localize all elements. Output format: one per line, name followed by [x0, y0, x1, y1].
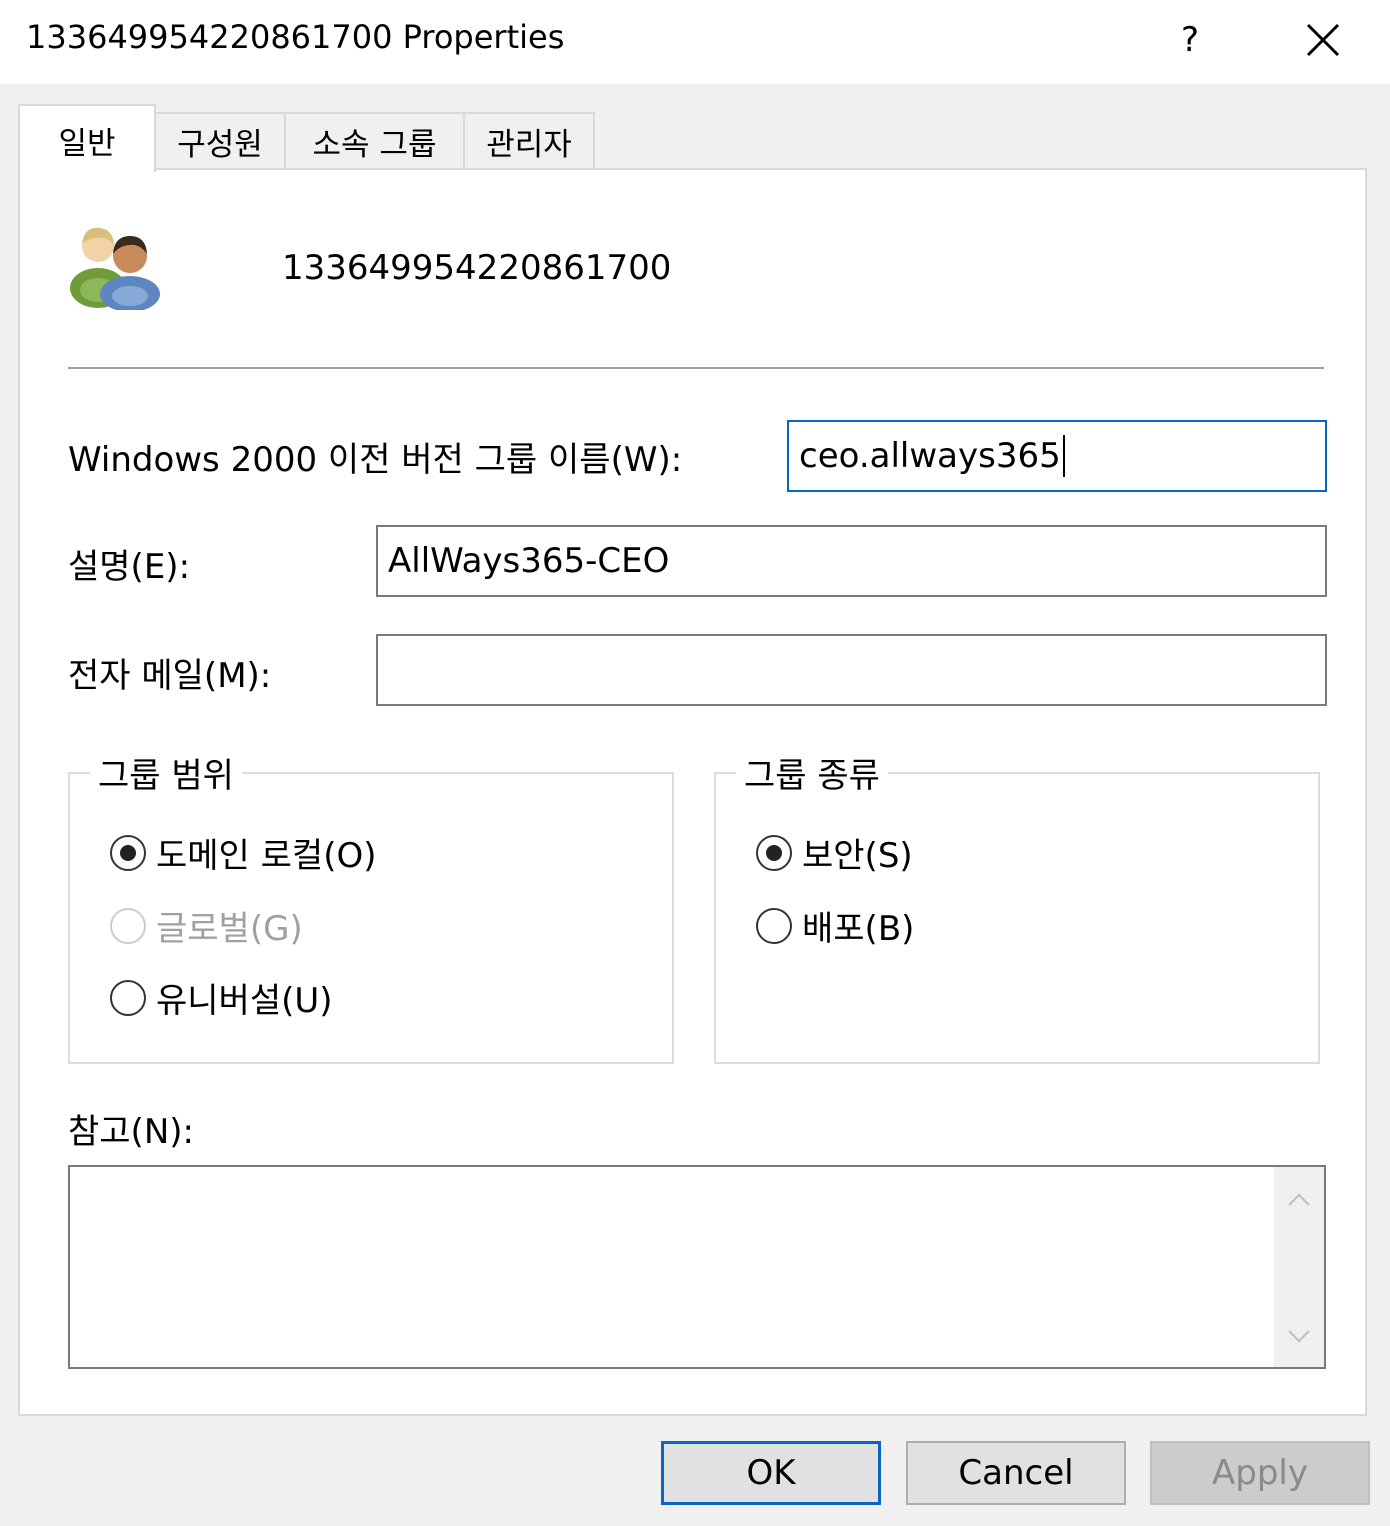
- apply-button: Apply: [1150, 1441, 1370, 1505]
- radio-unchecked-icon: [756, 907, 792, 944]
- tab-members[interactable]: 구성원: [154, 112, 286, 168]
- ok-button-label: OK: [746, 1453, 796, 1493]
- notes-textarea[interactable]: [68, 1165, 1326, 1369]
- apply-button-label: Apply: [1212, 1453, 1308, 1493]
- tab-member-of[interactable]: 소속 그룹: [284, 112, 465, 168]
- group-scope-box: 그룹 범위 도메인 로컬(O) 글로벌(G) 유니버설(U): [68, 748, 674, 1064]
- close-icon: [1306, 23, 1340, 57]
- close-button[interactable]: [1280, 0, 1366, 80]
- group-type-title: 그룹 종류: [736, 748, 888, 797]
- group-type-box: 그룹 종류 보안(S) 배포(B): [714, 748, 1320, 1064]
- scope-domain-local-radio[interactable]: 도메인 로컬(O): [110, 828, 377, 877]
- description-value: AllWays365-CEO: [388, 541, 670, 581]
- help-button[interactable]: ?: [1150, 0, 1230, 80]
- scope-global-label: 글로벌(G): [156, 909, 303, 949]
- type-security-label: 보안(S): [802, 836, 913, 876]
- tab-managed-by[interactable]: 관리자: [463, 112, 595, 168]
- chevron-down-icon: [1288, 1330, 1310, 1343]
- cancel-button-label: Cancel: [958, 1453, 1074, 1493]
- type-distribution-label: 배포(B): [802, 909, 915, 949]
- group-users-icon: [70, 227, 160, 310]
- separator: [68, 367, 1324, 369]
- description-label: 설명(E):: [68, 547, 191, 587]
- radio-unchecked-icon: [110, 979, 146, 1016]
- window-title: 133649954220861700 Properties: [26, 18, 565, 56]
- group-scope-title: 그룹 범위: [90, 748, 242, 797]
- scope-global-radio: 글로벌(G): [110, 901, 303, 950]
- scope-domain-local-label: 도메인 로컬(O): [156, 836, 377, 876]
- group-name: 133649954220861700: [282, 248, 672, 288]
- general-tab-panel: 133649954220861700 Windows 2000 이전 버전 그룹…: [18, 168, 1367, 1416]
- scope-universal-radio[interactable]: 유니버설(U): [110, 973, 333, 1022]
- type-security-radio[interactable]: 보안(S): [756, 828, 913, 877]
- help-label: ?: [1180, 20, 1200, 60]
- pre2000-name-label: Windows 2000 이전 버전 그룹 이름(W):: [68, 440, 683, 480]
- scroll-down-button[interactable]: [1274, 1311, 1324, 1361]
- radio-checked-icon: [756, 834, 792, 871]
- scroll-up-button[interactable]: [1274, 1175, 1324, 1225]
- tab-general[interactable]: 일반: [18, 104, 156, 172]
- radio-disabled-icon: [110, 907, 146, 944]
- email-label: 전자 메일(M):: [68, 656, 272, 696]
- radio-checked-icon: [110, 834, 146, 871]
- pre2000-name-value: ceo.allways365: [799, 436, 1061, 476]
- notes-scrollbar[interactable]: [1274, 1167, 1324, 1367]
- description-input[interactable]: AllWays365-CEO: [376, 525, 1327, 597]
- ok-button[interactable]: OK: [661, 1441, 881, 1505]
- tab-members-label: 구성원: [177, 126, 263, 163]
- cancel-button[interactable]: Cancel: [906, 1441, 1126, 1505]
- title-bar: 133649954220861700 Properties ?: [0, 0, 1390, 84]
- tab-managed-by-label: 관리자: [486, 126, 572, 163]
- chevron-up-icon: [1288, 1193, 1310, 1206]
- type-distribution-radio[interactable]: 배포(B): [756, 901, 914, 950]
- pre2000-name-input[interactable]: ceo.allways365: [787, 420, 1327, 492]
- tab-general-label: 일반: [58, 126, 116, 162]
- email-input[interactable]: [376, 634, 1327, 706]
- notes-label: 참고(N):: [68, 1112, 194, 1152]
- scope-universal-label: 유니버설(U): [156, 981, 333, 1021]
- tab-member-of-label: 소속 그룹: [312, 126, 437, 163]
- text-caret: [1062, 435, 1065, 477]
